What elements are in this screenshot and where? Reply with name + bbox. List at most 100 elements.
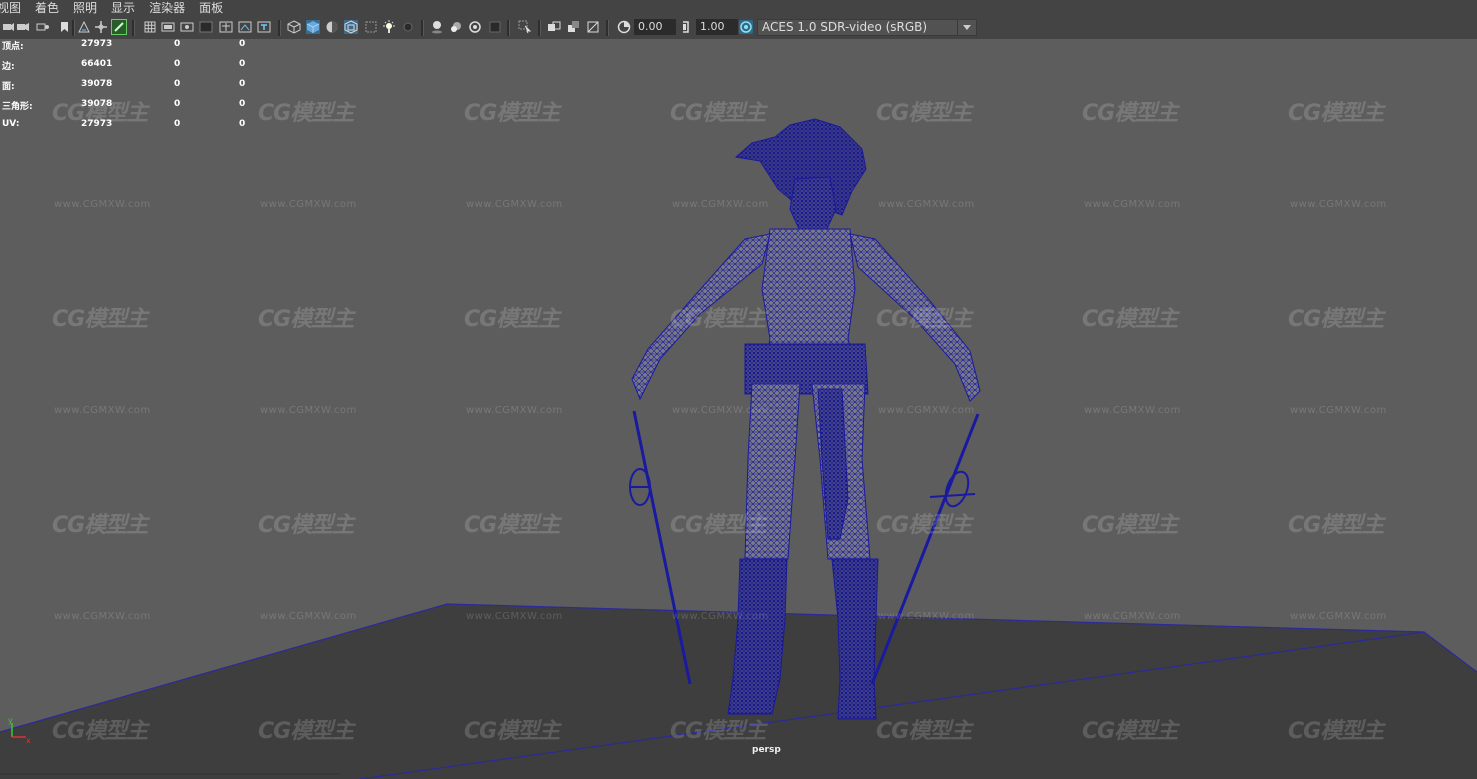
toolbar-separator [421, 20, 424, 36]
color-management-value: ACES 1.0 SDR-video (sRGB) [762, 20, 928, 34]
watermark-url: www.CGMXW.com [1290, 405, 1387, 416]
perspective-viewport[interactable]: CG模型主 CG模型主 CG模型主 CG模型主 CG模型主 CG模型主 CG模型主 CG模型主… [0, 39, 1477, 779]
hud-value: 0 [239, 59, 246, 69]
film-gate-icon[interactable] [161, 20, 175, 34]
watermark-url: www.CGMXW.com [1084, 405, 1181, 416]
gate-mask-icon[interactable] [199, 20, 213, 34]
camera-name-label: persp [752, 745, 781, 755]
watermark-logo: CG模型主 [670, 307, 766, 332]
watermark-url: www.CGMXW.com [672, 199, 769, 210]
watermark-logo: CG模型主 [1082, 513, 1178, 538]
hud-value: 27973 [81, 119, 113, 129]
viewport-menubar: 视图 着色 照明 显示 渲染器 面板 [0, 0, 1477, 17]
toolbar-separator [507, 20, 510, 36]
hud-value: 27973 [81, 39, 113, 49]
bookmark-icon[interactable] [36, 20, 50, 34]
watermark-logo: CG模型主 [1288, 719, 1384, 744]
pan-zoom-icon[interactable] [77, 20, 91, 34]
hud-label: 三角形: [2, 102, 33, 112]
hud-value: 0 [239, 99, 246, 109]
watermark-url: www.CGMXW.com [260, 199, 357, 210]
chevron-down-icon[interactable] [957, 20, 976, 35]
watermark-url: www.CGMXW.com [878, 611, 975, 622]
image-plane-icon[interactable] [57, 20, 71, 34]
hud-label: 边: [2, 62, 15, 72]
camera-attributes-icon[interactable] [16, 20, 30, 34]
menu-view[interactable]: 视图 [0, 0, 21, 17]
watermark-url: www.CGMXW.com [54, 611, 151, 622]
watermark-logo: CG模型主 [258, 307, 354, 332]
multisample-aa-icon[interactable] [449, 20, 463, 34]
watermark-url: www.CGMXW.com [1290, 611, 1387, 622]
watermark-logo: CG模型主 [670, 101, 766, 126]
watermark-url: www.CGMXW.com [672, 611, 769, 622]
exposure-icon[interactable] [617, 20, 631, 34]
hud-value: 0 [239, 79, 246, 89]
grease-pencil-icon[interactable] [111, 19, 127, 35]
watermark-url: www.CGMXW.com [1084, 199, 1181, 210]
use-lights-icon[interactable] [364, 20, 378, 34]
watermark-url: www.CGMXW.com [1084, 611, 1181, 622]
hud-value: 39078 [81, 79, 113, 89]
watermark-logo: CG模型主 [876, 101, 972, 126]
field-chart-icon[interactable] [219, 20, 233, 34]
camera-select-icon[interactable] [0, 20, 14, 34]
watermark-logo: CG模型主 [464, 513, 560, 538]
xray-active-icon[interactable] [547, 20, 561, 34]
viewport-toolbar: 0.00 1.00 ACES 1.0 SDR-video (sRGB) [0, 17, 1477, 40]
menu-show[interactable]: 显示 [111, 0, 135, 17]
screen-space-ao-icon[interactable] [401, 20, 415, 34]
safe-title-icon[interactable] [257, 20, 271, 34]
hud-value: 0 [239, 39, 246, 49]
watermark-url: www.CGMXW.com [260, 405, 357, 416]
xray-icon[interactable] [518, 20, 532, 34]
wireframe-on-shaded-icon[interactable] [325, 20, 339, 34]
color-management-icon[interactable] [739, 20, 753, 34]
axis-y-label: y [8, 716, 13, 725]
watermark-url: www.CGMXW.com [466, 611, 563, 622]
backface-icon[interactable] [586, 20, 600, 34]
resolution-gate-icon[interactable] [180, 20, 194, 34]
menu-shading[interactable]: 着色 [35, 0, 59, 17]
watermark-logo: CG模型主 [52, 719, 148, 744]
shadows-icon[interactable] [382, 20, 396, 34]
watermark-logo: CG模型主 [52, 513, 148, 538]
motion-blur-icon[interactable] [430, 20, 444, 34]
watermark-url: www.CGMXW.com [260, 611, 357, 622]
hud-value: 0 [174, 79, 181, 89]
hud-value: 0 [174, 99, 181, 109]
watermark-logo: CG模型主 [464, 101, 560, 126]
watermark-url: www.CGMXW.com [466, 199, 563, 210]
menu-lighting[interactable]: 照明 [73, 0, 97, 17]
watermark-logo: CG模型主 [1288, 513, 1384, 538]
menu-panels[interactable]: 面板 [199, 0, 223, 17]
textured-icon[interactable] [344, 20, 358, 34]
smooth-shade-icon[interactable] [306, 20, 320, 34]
toolbar-separator [72, 20, 75, 36]
view-axis-indicator: y x [8, 716, 31, 745]
toolbar-separator [606, 20, 609, 36]
gamma-field[interactable]: 1.00 [696, 19, 738, 35]
hud-value: 0 [174, 119, 181, 129]
watermark-logo: CG模型主 [670, 513, 766, 538]
toolbar-separator [132, 20, 135, 36]
grid-icon[interactable] [143, 20, 157, 34]
wireframe-icon[interactable] [287, 20, 301, 34]
move-icon[interactable] [94, 20, 108, 34]
hud-value: 0 [239, 119, 246, 129]
hud-label: 顶点: [2, 42, 24, 52]
hud-value: 0 [174, 39, 181, 49]
gamma-icon[interactable] [679, 20, 693, 34]
isolate-select-icon[interactable] [488, 20, 502, 34]
color-management-dropdown[interactable]: ACES 1.0 SDR-video (sRGB) [757, 19, 977, 36]
exposure-field[interactable]: 0.00 [634, 19, 676, 35]
watermark-logo: CG模型主 [464, 719, 560, 744]
hud-value: 66401 [81, 59, 113, 69]
xray-joints-icon[interactable] [567, 20, 581, 34]
watermark-url: www.CGMXW.com [54, 199, 151, 210]
depth-of-field-icon[interactable] [468, 20, 482, 34]
safe-action-icon[interactable] [238, 20, 252, 34]
toolbar-separator [278, 20, 281, 36]
axis-x-label: x [26, 736, 31, 745]
menu-renderer[interactable]: 渲染器 [149, 0, 185, 17]
